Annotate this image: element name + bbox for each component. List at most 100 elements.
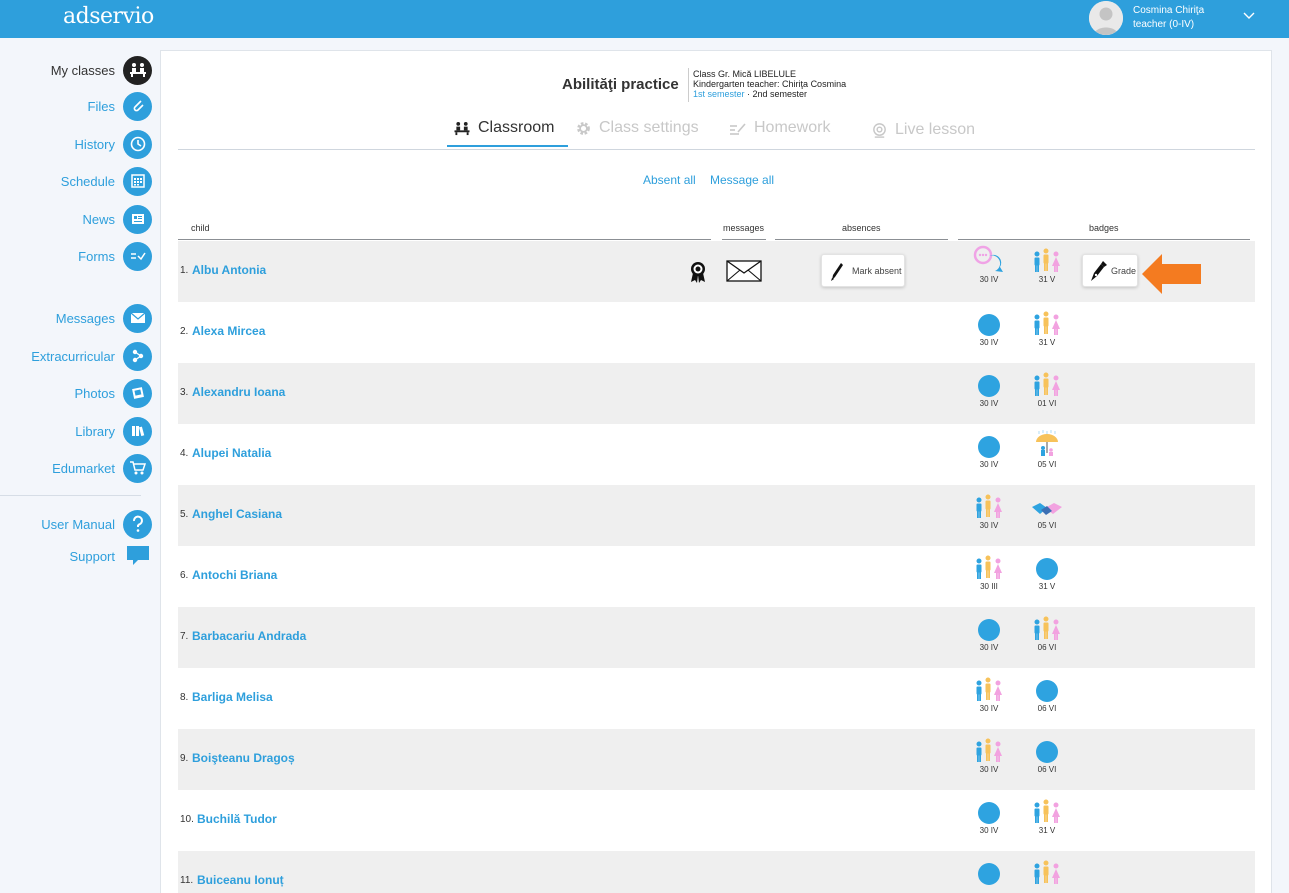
child-name-link[interactable]: Boişteanu Dragoș — [192, 751, 295, 765]
badge-item[interactable]: 30 IV — [969, 676, 1009, 713]
top-bar: adservio Cosmina Chiriţa teacher (0-IV) — [0, 0, 1289, 38]
table-row: 4. Alupei Natalia 30 IV 05 VI — [178, 424, 1255, 485]
badge-date: 06 VI — [1037, 643, 1057, 652]
child-name-link[interactable]: Buchilă Tudor — [197, 812, 277, 826]
badge-date: 30 IV — [979, 399, 999, 408]
sidebar-item-user-manual[interactable]: User Manual — [41, 509, 152, 539]
sidebar-item-extracurricular[interactable]: Extracurricular — [31, 341, 152, 371]
tab-class-settings[interactable]: Class settings — [575, 119, 699, 137]
books-icon — [123, 416, 152, 446]
sidebar-item-library[interactable]: Library — [75, 416, 152, 446]
column-header-child: child — [191, 223, 210, 233]
badge-date: 30 IV — [979, 826, 999, 835]
badge-item[interactable]: 30 III — [969, 554, 1009, 591]
badge-item[interactable] — [969, 859, 1009, 887]
user-info[interactable]: Cosmina Chiriţa teacher (0-IV) — [1133, 4, 1204, 32]
dot-badge-icon — [969, 432, 1009, 458]
app-logo[interactable]: adservio — [63, 4, 154, 29]
badge-item[interactable]: 30 IV — [969, 798, 1009, 835]
history-clock-icon — [123, 129, 152, 159]
photos-icon — [123, 378, 152, 408]
child-name-link[interactable]: Alexa Mircea — [192, 324, 265, 338]
table-row: 9. Boişteanu Dragoș 30 IV 06 VI — [178, 729, 1255, 790]
grade-button[interactable]: Grade — [1082, 254, 1138, 287]
badge-item[interactable]: 06 VI — [1027, 615, 1067, 652]
sidebar: My classes Files History Schedule News F… — [0, 38, 160, 893]
sidebar-item-forms[interactable]: Forms — [78, 241, 152, 271]
message-all-link[interactable]: Message all — [710, 173, 774, 187]
badge-item[interactable]: 06 VI — [1027, 676, 1067, 713]
badge-item[interactable]: 31 V — [1027, 247, 1067, 284]
active-tab-indicator — [447, 145, 568, 147]
webcam-icon — [871, 122, 888, 139]
sidebar-item-news[interactable]: News — [82, 204, 152, 234]
sidebar-item-schedule[interactable]: Schedule — [61, 166, 152, 196]
classroom-panel: Abilităţi practice Class Gr. Mică LIBELU… — [160, 50, 1272, 893]
badge-item[interactable]: 05 VI — [1027, 493, 1067, 530]
child-name-link[interactable]: Barbacariu Andrada — [192, 629, 306, 643]
badge-item[interactable] — [1027, 859, 1067, 887]
badge-item[interactable]: 30 IV — [969, 371, 1009, 408]
highlight-arrow-icon — [1140, 253, 1203, 300]
badge-date: 06 VI — [1037, 765, 1057, 774]
chat-bubbles-badge-icon — [969, 245, 1009, 273]
badge-date: 30 IV — [979, 704, 999, 713]
tab-homework[interactable]: Homework — [729, 119, 830, 137]
family-badge-icon — [1027, 247, 1067, 273]
mark-absent-button[interactable]: Mark absent — [821, 254, 905, 287]
form-check-icon — [123, 241, 152, 271]
child-name-link[interactable]: Albu Antonia — [192, 263, 266, 277]
column-header-badges: badges — [1089, 223, 1119, 233]
sidebar-item-support[interactable]: Support — [69, 541, 152, 571]
column-rule — [775, 239, 948, 240]
tab-label: Live lesson — [895, 121, 976, 138]
user-menu-toggle[interactable] — [1242, 9, 1256, 28]
child-name-link[interactable]: Barliga Melisa — [192, 690, 273, 704]
sidebar-item-history[interactable]: History — [75, 129, 152, 159]
sidebar-item-label: Forms — [78, 248, 115, 264]
semester-1-link[interactable]: 1st semester — [693, 89, 745, 99]
award-ribbon-icon[interactable] — [688, 261, 708, 288]
badge-date: 05 VI — [1037, 460, 1057, 469]
badge-date: 31 V — [1038, 582, 1056, 591]
badge-item[interactable]: 30 IV — [969, 432, 1009, 469]
badge-item[interactable]: 30 IV — [969, 615, 1009, 652]
sidebar-item-my-classes[interactable]: My classes — [51, 55, 152, 85]
child-name-link[interactable]: Antochi Briana — [192, 568, 277, 582]
badge-item[interactable]: 31 V — [1027, 310, 1067, 347]
table-row: 11. Buiceanu Ionuț — [178, 851, 1255, 893]
tab-live-lesson[interactable]: Live lesson — [871, 121, 975, 139]
column-header-absences: absences — [842, 223, 881, 233]
send-message-envelope-icon[interactable] — [726, 260, 762, 287]
row-number: 4. — [180, 448, 189, 459]
sidebar-item-photos[interactable]: Photos — [75, 378, 152, 408]
semester-2-link[interactable]: 2nd semester — [753, 89, 808, 99]
user-avatar[interactable] — [1089, 1, 1123, 35]
child-name-link[interactable]: Buiceanu Ionuț — [197, 873, 284, 887]
sidebar-item-messages[interactable]: Messages — [56, 303, 152, 333]
sidebar-item-label: Support — [69, 548, 115, 564]
column-rule — [722, 239, 766, 240]
child-name-link[interactable]: Anghel Casiana — [192, 507, 282, 521]
table-row: 1. Albu Antonia Mark absent 30 IV 31 V G… — [178, 241, 1255, 302]
column-rule — [958, 239, 1250, 240]
badge-item[interactable]: 30 IV — [969, 493, 1009, 530]
page-title: Abilităţi practice — [562, 76, 679, 93]
sidebar-item-edumarket[interactable]: Edumarket — [52, 453, 152, 483]
sidebar-item-files[interactable]: Files — [88, 91, 152, 121]
family-badge-icon — [1027, 615, 1067, 641]
badge-item[interactable]: 31 V — [1027, 798, 1067, 835]
badge-item[interactable]: 30 IV — [969, 737, 1009, 774]
badge-item[interactable]: 31 V — [1027, 554, 1067, 591]
child-name-link[interactable]: Alupei Natalia — [192, 446, 271, 460]
tab-classroom[interactable]: Classroom — [453, 119, 554, 137]
badge-item[interactable]: 30 IV — [969, 310, 1009, 347]
badge-item[interactable]: 01 VI — [1027, 371, 1067, 408]
badge-item[interactable]: 06 VI — [1027, 737, 1067, 774]
absent-all-link[interactable]: Absent all — [643, 173, 696, 187]
row-number: 1. — [180, 265, 189, 276]
badge-item[interactable]: 30 IV — [969, 245, 1009, 284]
row-number: 5. — [180, 509, 189, 520]
child-name-link[interactable]: Alexandru Ioana — [192, 385, 285, 399]
badge-item[interactable]: 05 VI — [1027, 430, 1067, 469]
